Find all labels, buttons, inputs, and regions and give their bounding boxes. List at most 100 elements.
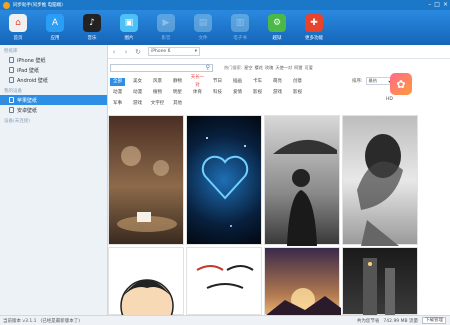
toolbar-button-label: 越狱 xyxy=(272,36,282,41)
category-tab[interactable]: 静物 xyxy=(170,78,185,86)
main-panel: ‹ › ↻ iPhone 6 ▾ ⚲ 热门搜索: 星空 樱花 玫瑰 天使一对 阿狸 可爱 全部… xyxy=(108,45,450,325)
wallpaper-thumbnail[interactable] xyxy=(108,115,184,245)
toolbar-button-home[interactable]: ⌂ 首页 xyxy=(3,10,33,45)
category-tab[interactable]: 游戏 xyxy=(130,100,145,108)
category-tab[interactable]: 军事 xyxy=(110,100,125,108)
chevron-down-icon: ▾ xyxy=(194,49,197,54)
hot-search-term[interactable]: 玫瑰 xyxy=(265,65,273,70)
toolbar-button-label: 图片 xyxy=(124,36,134,41)
saved-traffic-value: 742.99 MB 流量 xyxy=(383,318,418,324)
jailbreak-icon: ⚙ xyxy=(268,14,286,32)
toolbar-button-jailbreak[interactable]: ⚙ 越狱 xyxy=(262,10,292,45)
refresh-icon[interactable]: ↻ xyxy=(132,48,144,56)
hot-search-term[interactable]: 樱花 xyxy=(255,65,263,70)
category-tab[interactable]: 游戏 xyxy=(270,89,285,97)
category-tab[interactable]: 其他 xyxy=(170,100,185,108)
app-window: 同步助手(同步推 电脑端) – □ × ⌂ 首页 A 应用 ♪ 音乐 ▣ 图片 ▶ 影音 ▤ 文件 ▥ 电… xyxy=(0,0,450,325)
category-tab[interactable]: 卡车 xyxy=(250,78,265,86)
toolbar-button-label: 影音 xyxy=(161,36,171,41)
category-tab[interactable]: 创意 xyxy=(290,78,305,86)
sidebar-item-ipad[interactable]: iPad 壁纸 xyxy=(0,65,107,75)
toolbar-button-picture[interactable]: ▣ 图片 xyxy=(114,10,144,45)
sort-control: 排序: 最热▾ xyxy=(352,77,394,85)
toolbar-button-folder[interactable]: ▤ 文件 xyxy=(188,10,218,45)
wallpaper-thumbnail[interactable] xyxy=(342,115,418,246)
search-input[interactable]: ⚲ xyxy=(110,64,213,72)
category-tab[interactable]: 文字控 xyxy=(150,100,165,108)
category-tab[interactable]: 植物 xyxy=(150,89,165,97)
hd-app-icon[interactable]: ✿ xyxy=(390,73,412,95)
wallpaper-thumbnail[interactable] xyxy=(264,115,340,246)
wallpaper-image xyxy=(196,265,254,289)
main-toolbar: ⌂ 首页 A 应用 ♪ 音乐 ▣ 图片 ▶ 影音 ▤ 文件 ▥ 电子书 ⚙ 越狱 ✚ 更多功能 xyxy=(0,10,450,45)
picture-icon: ▣ xyxy=(120,14,138,32)
category-tab[interactable]: 萌亮 xyxy=(270,78,285,86)
version-text: 当前版本 v3.1.1 xyxy=(3,318,37,324)
toolbar-button-music[interactable]: ♪ 音乐 xyxy=(77,10,107,45)
toolbar-button-app-store[interactable]: A 应用 xyxy=(40,10,70,45)
hd-app-label[interactable]: HD xyxy=(386,97,393,102)
more-icon: ✚ xyxy=(305,14,323,32)
wallpaper-image xyxy=(117,146,177,232)
sidebar-item-android[interactable]: Android 壁纸 xyxy=(0,75,107,85)
category-tab[interactable]: 动漫 xyxy=(130,89,145,97)
toolbar-button-label: 音乐 xyxy=(87,36,97,41)
hot-search-term[interactable]: 天使一对 xyxy=(275,65,292,70)
video-icon: ▶ xyxy=(157,14,175,32)
maximize-icon[interactable]: □ xyxy=(434,1,440,9)
category-tab[interactable]: 科技 xyxy=(210,89,225,97)
category-tab[interactable]: 爱情 xyxy=(230,89,245,97)
wallpaper-thumbnail[interactable] xyxy=(342,247,418,316)
wallpaper-image xyxy=(265,288,341,316)
phone-icon xyxy=(9,97,14,103)
category-tab[interactable]: 美女 xyxy=(130,78,145,86)
close-icon[interactable]: × xyxy=(443,1,448,9)
sidebar-item-apple[interactable]: ▼ 苹果壁纸 xyxy=(0,95,107,105)
phone-icon xyxy=(9,107,14,113)
toolbar-button-more[interactable]: ✚ 更多功能 xyxy=(299,10,329,45)
title-bar: 同步助手(同步推 电脑端) – □ × xyxy=(0,0,450,10)
wallpaper-thumbnail[interactable] xyxy=(264,247,341,316)
wallpaper-image xyxy=(363,258,395,316)
status-bar: 当前版本 v3.1.1 (已经是最新版本了) 共为您节省 742.99 MB 流… xyxy=(0,315,450,325)
search-icon[interactable]: ⚲ xyxy=(206,64,210,71)
hot-search-term[interactable]: 星空 xyxy=(244,65,252,70)
category-tab[interactable]: 天长一对 xyxy=(190,74,205,90)
download-manager-button[interactable]: 下载管理 xyxy=(422,317,446,324)
category-tab[interactable]: 明星 xyxy=(170,89,185,97)
device-select[interactable]: iPhone 6 ▾ xyxy=(148,47,200,56)
wallpaper-thumbnail[interactable] xyxy=(186,247,262,315)
category-tab[interactable]: 插画 xyxy=(230,78,245,86)
wallpaper-thumbnail[interactable] xyxy=(186,115,262,245)
sidebar-item-android-device[interactable]: 安卓壁纸 xyxy=(0,105,107,115)
toolbar-button-label: 文件 xyxy=(198,36,208,41)
wallpaper-image xyxy=(201,137,249,227)
category-tab[interactable]: 影视 xyxy=(250,89,265,97)
music-icon: ♪ xyxy=(83,14,101,32)
category-tab[interactable]: 动漫 xyxy=(110,89,125,97)
android-icon xyxy=(9,77,14,83)
hot-search-term[interactable]: 可爱 xyxy=(305,65,313,70)
category-tab[interactable]: 影视 xyxy=(290,89,305,97)
minimize-icon[interactable]: – xyxy=(428,1,431,9)
wallpaper-grid xyxy=(108,115,450,325)
section-title-disconnected: 设备(未连接) xyxy=(4,119,31,124)
nav-bar: ‹ › ↻ iPhone 6 ▾ xyxy=(108,45,450,59)
category-tab[interactable]: 节日 xyxy=(210,78,225,86)
app-logo-icon xyxy=(3,1,10,9)
category-tab[interactable]: 体育 xyxy=(190,89,205,97)
wallpaper-thumbnail[interactable] xyxy=(108,247,184,325)
hot-search-term[interactable]: 阿狸 xyxy=(294,65,302,70)
folder-icon: ▤ xyxy=(194,14,212,32)
sidebar-item-iphone[interactable]: iPhone 壁纸 xyxy=(0,55,107,65)
forward-icon[interactable]: › xyxy=(120,48,132,56)
section-title-device: 我的设备 xyxy=(4,89,22,94)
toolbar-button-label: 更多功能 xyxy=(305,36,323,41)
category-tab[interactable]: 全部 xyxy=(110,77,125,86)
toolbar-button-book[interactable]: ▥ 电子书 xyxy=(225,10,255,45)
wallpaper-image xyxy=(357,134,403,246)
back-icon[interactable]: ‹ xyxy=(108,48,120,56)
toolbar-button-video[interactable]: ▶ 影音 xyxy=(151,10,181,45)
category-tab[interactable]: 风景 xyxy=(150,78,165,86)
toolbar-button-label: 首页 xyxy=(13,36,23,41)
